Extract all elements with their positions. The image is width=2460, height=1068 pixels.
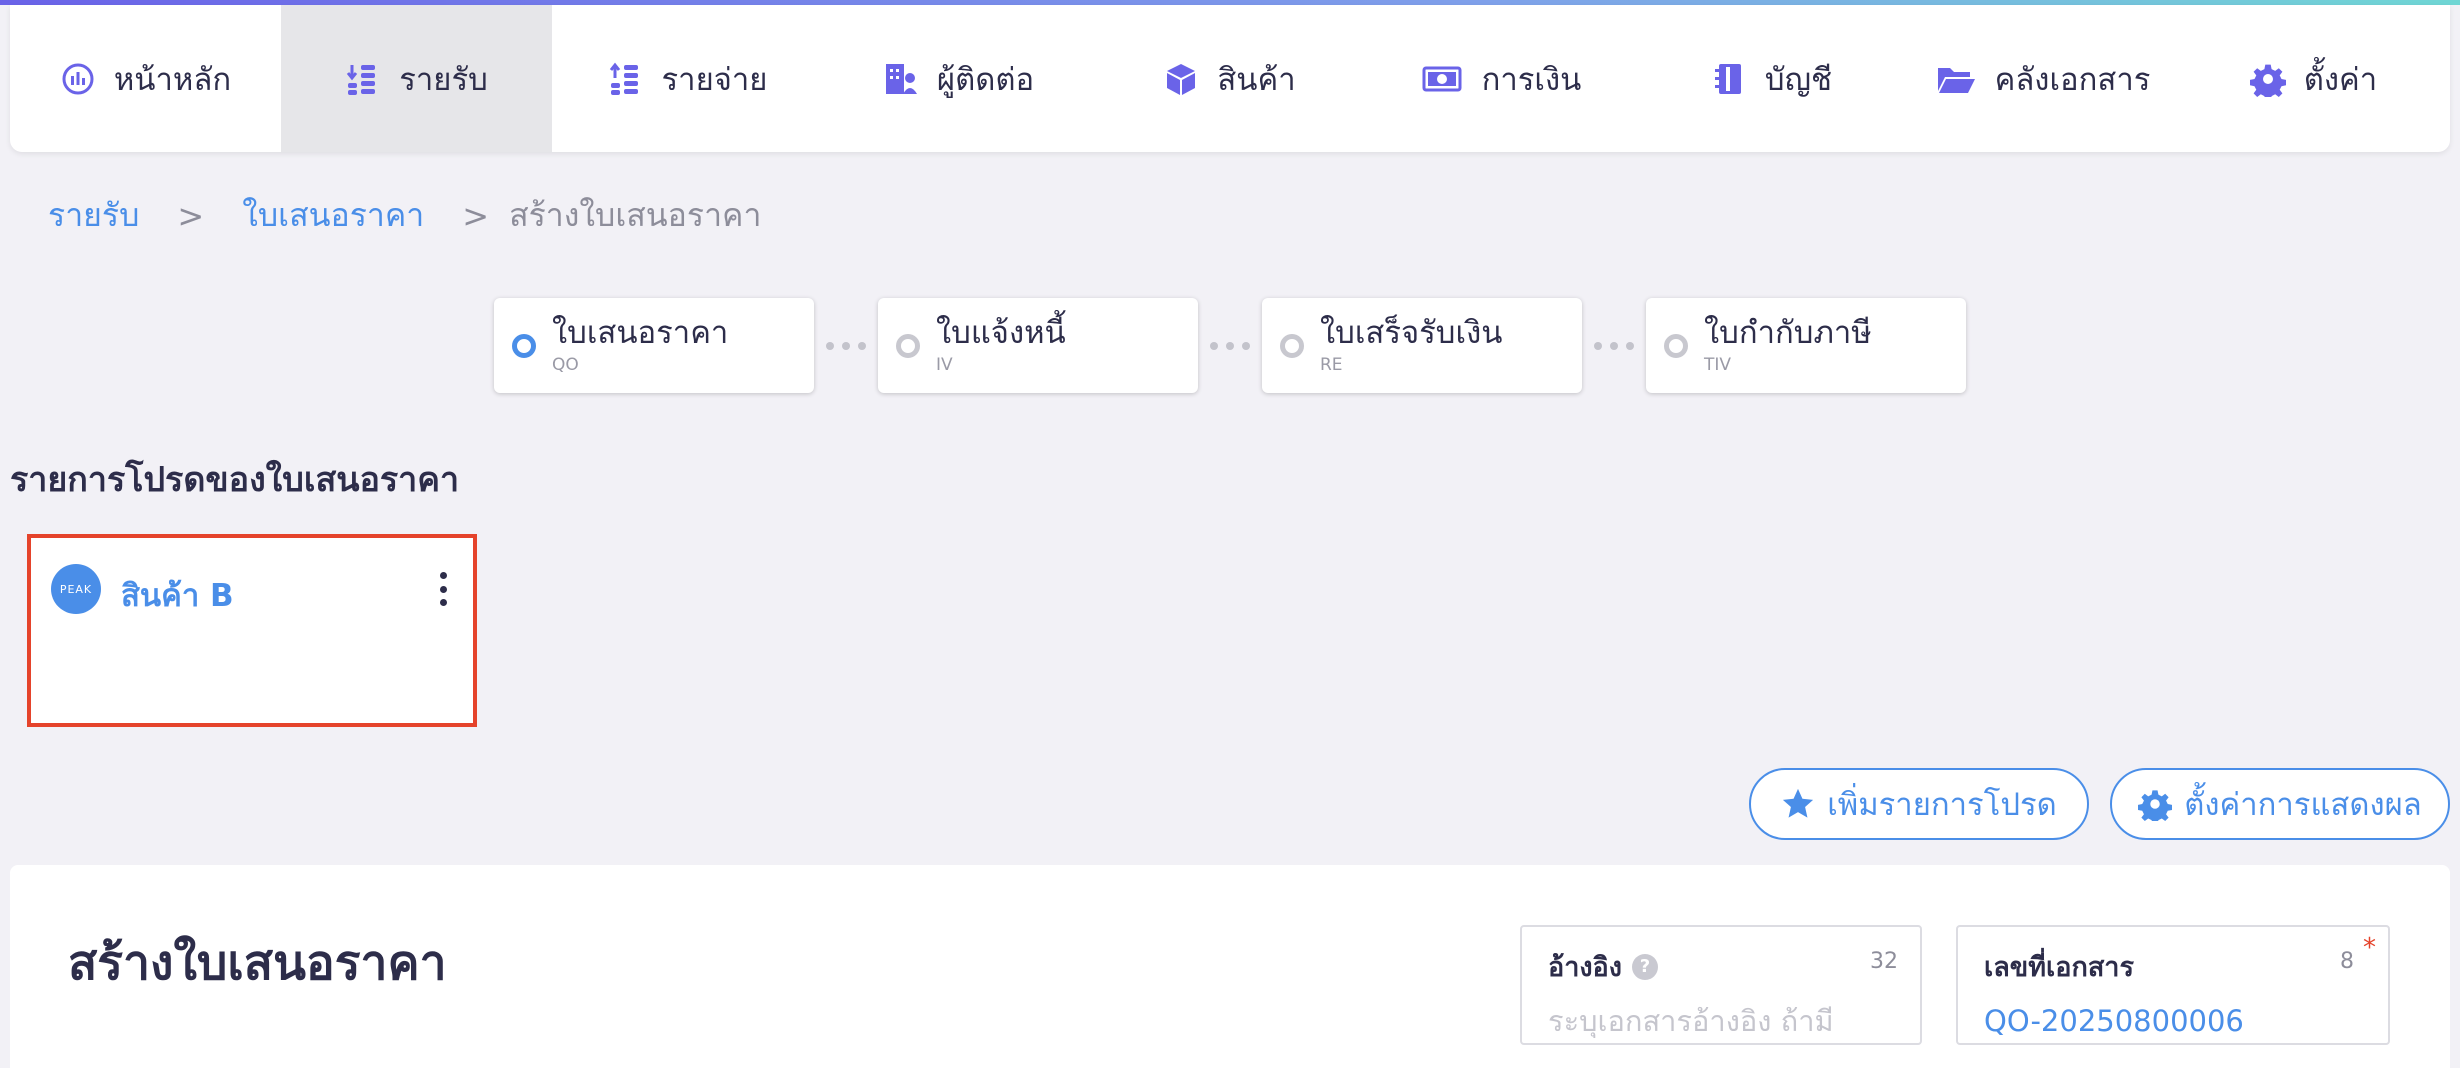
page-title: สร้างใบเสนอราคา: [68, 935, 447, 991]
flow-step-code: TIV: [1704, 354, 1732, 375]
nav-item-contacts[interactable]: ผู้ติดต่อ: [823, 5, 1094, 152]
flow-connector: [814, 341, 878, 350]
help-icon[interactable]: ?: [1631, 953, 1658, 980]
dashboard-icon: [62, 63, 94, 94]
document-number-field: เลขที่เอกสาร 8 *: [1956, 925, 2390, 1045]
radio-icon: [1280, 333, 1304, 358]
display-settings-button[interactable]: ตั้งค่าการแสดงผล: [2110, 768, 2450, 840]
breadcrumb: รายรับ > ใบเสนอราคา > สร้างใบเสนอราคา: [48, 190, 761, 241]
contacts-icon: [885, 63, 917, 94]
radio-selected-icon: [512, 333, 536, 358]
reference-field: อ้างอิง ? 32: [1520, 925, 1922, 1045]
gear-icon: [2249, 64, 2286, 97]
flow-step-quotation[interactable]: ใบเสนอราคา QO: [494, 298, 814, 393]
nav-item-settings[interactable]: ตั้งค่า: [2178, 5, 2449, 152]
more-options-icon[interactable]: [435, 572, 451, 606]
expense-icon: [609, 62, 638, 95]
nav-label: สินค้า: [1217, 61, 1296, 98]
radio-icon: [1664, 333, 1688, 358]
nav-item-expense[interactable]: รายจ่าย: [552, 5, 823, 152]
nav-label: คลังเอกสาร: [1994, 61, 2151, 98]
document-number-input[interactable]: [1984, 1004, 2362, 1038]
account-book-icon: [1714, 63, 1741, 94]
nav-label: การเงิน: [1481, 61, 1582, 98]
flow-step-code: IV: [936, 354, 953, 375]
nav-item-home[interactable]: หน้าหลัก: [10, 5, 281, 152]
flow-step-code: QO: [552, 354, 579, 375]
favorite-card[interactable]: PEAK สินค้า B: [27, 534, 477, 727]
breadcrumb-separator: >: [177, 196, 205, 235]
flow-step-title: ใบเสร็จรับเงิน: [1320, 314, 1503, 351]
nav-label: หน้าหลัก: [113, 61, 232, 98]
favorite-name[interactable]: สินค้า B: [121, 570, 234, 620]
gear-icon: [2138, 790, 2173, 821]
flow-step-title: ใบเสนอราคา: [552, 314, 729, 351]
add-favorite-button[interactable]: เพิ่มรายการโปรด: [1749, 768, 2089, 840]
flow-step-tax-invoice[interactable]: ใบกำกับภาษี TIV: [1646, 298, 1966, 393]
required-marker: *: [2363, 933, 2376, 963]
flow-step-receipt[interactable]: ใบเสร็จรับเงิน RE: [1262, 298, 1582, 393]
document-flow: ใบเสนอราคา QO ใบแจ้งหนี้ IV ใบเสร็จรับเง…: [494, 298, 1966, 393]
document-number-label: เลขที่เอกสาร: [1984, 952, 2134, 983]
top-nav: หน้าหลัก รายรับ รายจ่าย ผู้ติดต่อ สินค้า…: [10, 5, 2450, 152]
breadcrumb-current: สร้างใบเสนอราคา: [509, 196, 762, 234]
income-icon: [347, 64, 376, 95]
nav-label: บัญชี: [1764, 61, 1833, 98]
peak-logo: PEAK: [51, 564, 101, 614]
flow-step-invoice[interactable]: ใบแจ้งหนี้ IV: [878, 298, 1198, 393]
product-box-icon: [1167, 63, 1196, 95]
document-number-char-count: 8: [2340, 949, 2354, 974]
flow-connector: [1198, 341, 1262, 350]
reference-label: อ้างอิง: [1548, 952, 1622, 983]
flow-step-title: ใบแจ้งหนี้: [936, 314, 1066, 351]
money-icon: [1422, 66, 1462, 91]
breadcrumb-quotation[interactable]: ใบเสนอราคา: [242, 190, 424, 241]
flow-step-code: RE: [1320, 354, 1343, 375]
flow-step-title: ใบกำกับภาษี: [1704, 314, 1872, 351]
nav-label: รายจ่าย: [661, 61, 768, 98]
nav-label: รายรับ: [399, 61, 488, 98]
display-settings-label: ตั้งค่าการแสดงผล: [2184, 787, 2422, 823]
nav-item-accounting[interactable]: บัญชี: [1636, 5, 1907, 152]
breadcrumb-income[interactable]: รายรับ: [48, 190, 139, 241]
add-favorite-label: เพิ่มรายการโปรด: [1827, 787, 2057, 823]
breadcrumb-separator: >: [462, 196, 490, 235]
quotation-form-panel: สร้างใบเสนอราคา อ้างอิง ? 32 เลขที่เอกสา…: [10, 865, 2450, 1068]
radio-icon: [896, 333, 920, 358]
nav-label: ผู้ติดต่อ: [936, 61, 1035, 98]
reference-input[interactable]: [1548, 1004, 1894, 1038]
nav-item-finance[interactable]: การเงิน: [1365, 5, 1636, 152]
nav-label: ตั้งค่า: [2303, 61, 2378, 98]
folder-icon: [1937, 67, 1975, 93]
nav-item-products[interactable]: สินค้า: [1094, 5, 1365, 152]
nav-item-income[interactable]: รายรับ: [281, 5, 552, 152]
reference-char-count: 32: [1870, 949, 1898, 974]
star-icon: [1783, 788, 1814, 818]
nav-item-documents[interactable]: คลังเอกสาร: [1907, 5, 2178, 152]
favorites-title: รายการโปรดของใบเสนอราคา: [10, 460, 460, 500]
flow-connector: [1582, 341, 1646, 350]
